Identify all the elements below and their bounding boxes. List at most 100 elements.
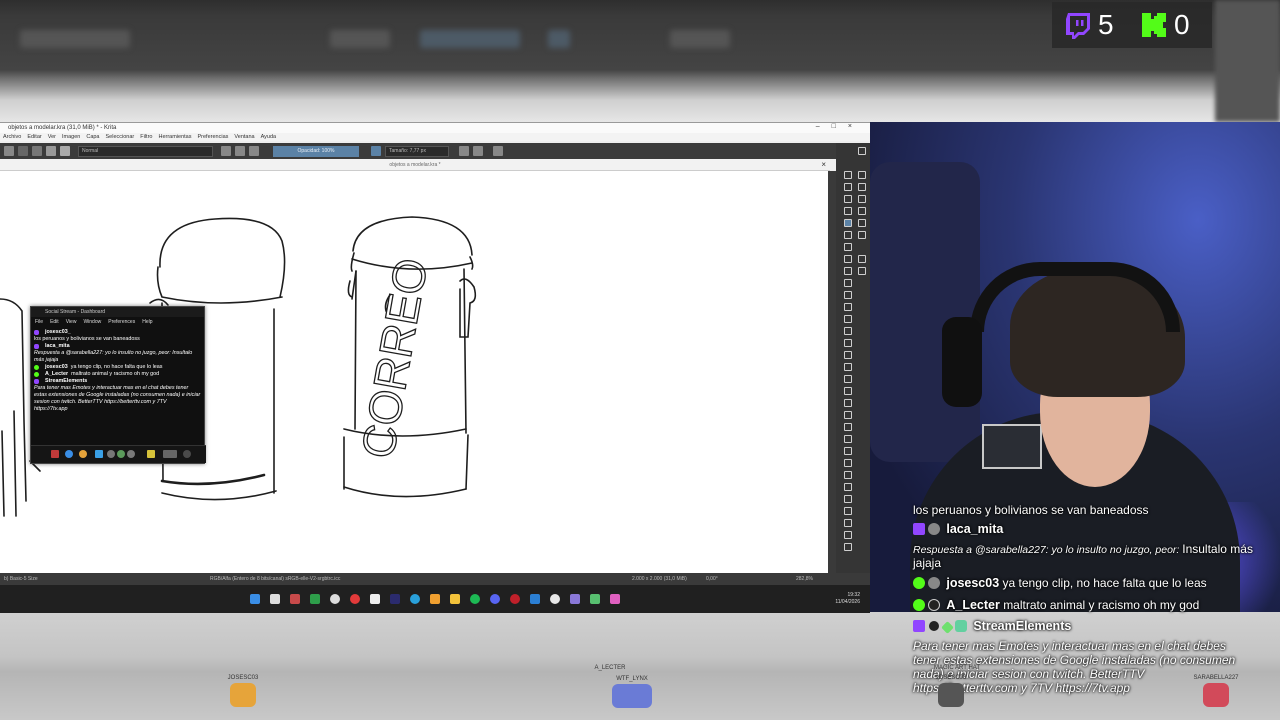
discord-icon[interactable] xyxy=(490,594,500,604)
xbox-icon[interactable] xyxy=(310,594,320,604)
alpha-lock-icon[interactable] xyxy=(235,146,245,156)
start-icon[interactable] xyxy=(250,594,260,604)
gradient-icon[interactable] xyxy=(18,146,28,156)
eraser-icon[interactable] xyxy=(221,146,231,156)
document-tab[interactable]: objetos a modelar.kra * × xyxy=(0,159,830,171)
calligraphy-icon[interactable] xyxy=(858,195,866,203)
ellipse-select-icon[interactable] xyxy=(844,447,852,455)
app-icon[interactable] xyxy=(570,594,580,604)
reload-icon[interactable] xyxy=(249,146,259,156)
bezier-tool-icon[interactable] xyxy=(844,291,852,299)
menu-item-help[interactable]: Help xyxy=(142,317,152,327)
pen-tool-icon[interactable] xyxy=(844,207,852,215)
chat-icon[interactable] xyxy=(65,450,73,458)
undo-icon[interactable] xyxy=(858,219,866,227)
menu-item-seleccionar[interactable]: Seleccionar xyxy=(106,133,135,141)
window-controls[interactable]: –□× xyxy=(816,123,864,130)
flow-icon[interactable] xyxy=(371,146,381,156)
menu-item-archivo[interactable]: Archivo xyxy=(3,133,21,141)
polyline-tool-icon[interactable] xyxy=(844,279,852,287)
blender-icon[interactable] xyxy=(430,594,440,604)
polygon-select-icon[interactable] xyxy=(844,459,852,467)
wrap-icon[interactable] xyxy=(493,146,503,156)
redo-icon[interactable] xyxy=(858,231,866,239)
tool-icon[interactable] xyxy=(858,147,866,155)
settings-icon[interactable] xyxy=(330,594,340,604)
opera-icon[interactable] xyxy=(510,594,520,604)
bezier-select-icon[interactable] xyxy=(844,507,852,515)
fill-tool-icon[interactable] xyxy=(844,375,852,383)
polygon-tool-icon[interactable] xyxy=(844,267,852,275)
settings-icon[interactable] xyxy=(107,450,115,458)
path-tool-icon[interactable] xyxy=(858,207,866,215)
new-icon[interactable] xyxy=(4,146,14,156)
pattern-icon[interactable] xyxy=(32,146,42,156)
measure-tool-icon[interactable] xyxy=(844,411,852,419)
dyna-brush-icon[interactable] xyxy=(844,315,852,323)
rectangle-tool-icon[interactable] xyxy=(844,243,852,251)
reference-tool-icon[interactable] xyxy=(844,423,852,431)
filter-icon[interactable] xyxy=(95,450,103,458)
keyboard-icon[interactable] xyxy=(163,450,177,458)
contiguous-select-icon[interactable] xyxy=(844,483,852,491)
premiere-icon[interactable] xyxy=(390,594,400,604)
text-tool-icon[interactable] xyxy=(844,183,852,191)
menu-item-preferencias[interactable]: Preferencias xyxy=(198,133,229,141)
move-tool-icon[interactable] xyxy=(858,183,866,191)
edit-shapes-icon[interactable] xyxy=(844,195,852,203)
mirror-icon[interactable] xyxy=(459,146,469,156)
folder-icon[interactable] xyxy=(450,594,460,604)
brush-settings-icon[interactable] xyxy=(60,146,70,156)
pin-icon[interactable] xyxy=(147,450,155,458)
freehand-path-icon[interactable] xyxy=(844,303,852,311)
brush-icon[interactable] xyxy=(858,267,866,275)
vscode-icon[interactable] xyxy=(530,594,540,604)
menu-item-file[interactable]: File xyxy=(35,317,43,327)
menu-item-editar[interactable]: Editar xyxy=(27,133,41,141)
size-slider[interactable]: Tamaño: 7,77 px xyxy=(385,145,449,157)
color-picker-icon[interactable] xyxy=(844,363,852,371)
smart-patch-icon[interactable] xyxy=(844,387,852,395)
pan-tool-icon[interactable] xyxy=(844,543,852,551)
app-icon[interactable] xyxy=(290,594,300,604)
telegram-icon[interactable] xyxy=(410,594,420,604)
menu-item-ayuda[interactable]: Ayuda xyxy=(261,133,277,141)
multibrush-icon[interactable] xyxy=(844,327,852,335)
mirror-options-icon[interactable] xyxy=(473,146,483,156)
menu-item-filtro[interactable]: Filtro xyxy=(140,133,152,141)
task-view-icon[interactable] xyxy=(270,594,280,604)
bell-icon[interactable] xyxy=(79,450,87,458)
brush-preset-icon[interactable] xyxy=(46,146,56,156)
emote-icon[interactable] xyxy=(117,450,125,458)
menu-item-herramientas[interactable]: Herramientas xyxy=(158,133,191,141)
chrome-icon[interactable] xyxy=(550,594,560,604)
brush-preset-status[interactable]: b) Basic-5 Size xyxy=(4,573,38,585)
assistant-tool-icon[interactable] xyxy=(844,399,852,407)
menu-item-edit[interactable]: Edit xyxy=(50,317,59,327)
menu-item-view[interactable]: View xyxy=(66,317,77,327)
line-tool-icon[interactable] xyxy=(844,231,852,239)
app-icon[interactable] xyxy=(590,594,600,604)
select-tool-icon[interactable] xyxy=(844,171,852,179)
freehand-brush-icon[interactable] xyxy=(844,219,852,227)
ellipse-tool-icon[interactable] xyxy=(844,255,852,263)
menu-item-window[interactable]: Window xyxy=(83,317,101,327)
zoom-status[interactable]: 282,8% xyxy=(796,573,813,585)
blend-mode-select[interactable]: Normal xyxy=(78,145,213,157)
zoom-tool-icon[interactable] xyxy=(844,531,852,539)
spotify-icon[interactable] xyxy=(470,594,480,604)
magnetic-select-icon[interactable] xyxy=(844,519,852,527)
pinterest-icon[interactable] xyxy=(350,594,360,604)
app-icon[interactable] xyxy=(370,594,380,604)
user-icon[interactable] xyxy=(127,450,135,458)
transform-tool-icon[interactable] xyxy=(858,171,866,179)
mute-icon[interactable] xyxy=(183,450,191,458)
freehand-select-icon[interactable] xyxy=(844,471,852,479)
menu-item-ventana[interactable]: Ventana xyxy=(234,133,254,141)
menu-item-preferences[interactable]: Preferences xyxy=(108,317,135,327)
system-clock[interactable]: 19:32 11/04/2026 xyxy=(835,592,860,606)
opacity-slider[interactable]: Opacidad: 100% xyxy=(273,145,359,157)
magnify-icon[interactable] xyxy=(858,255,866,263)
crop-tool-icon[interactable] xyxy=(844,339,852,347)
pause-icon[interactable] xyxy=(51,450,59,458)
